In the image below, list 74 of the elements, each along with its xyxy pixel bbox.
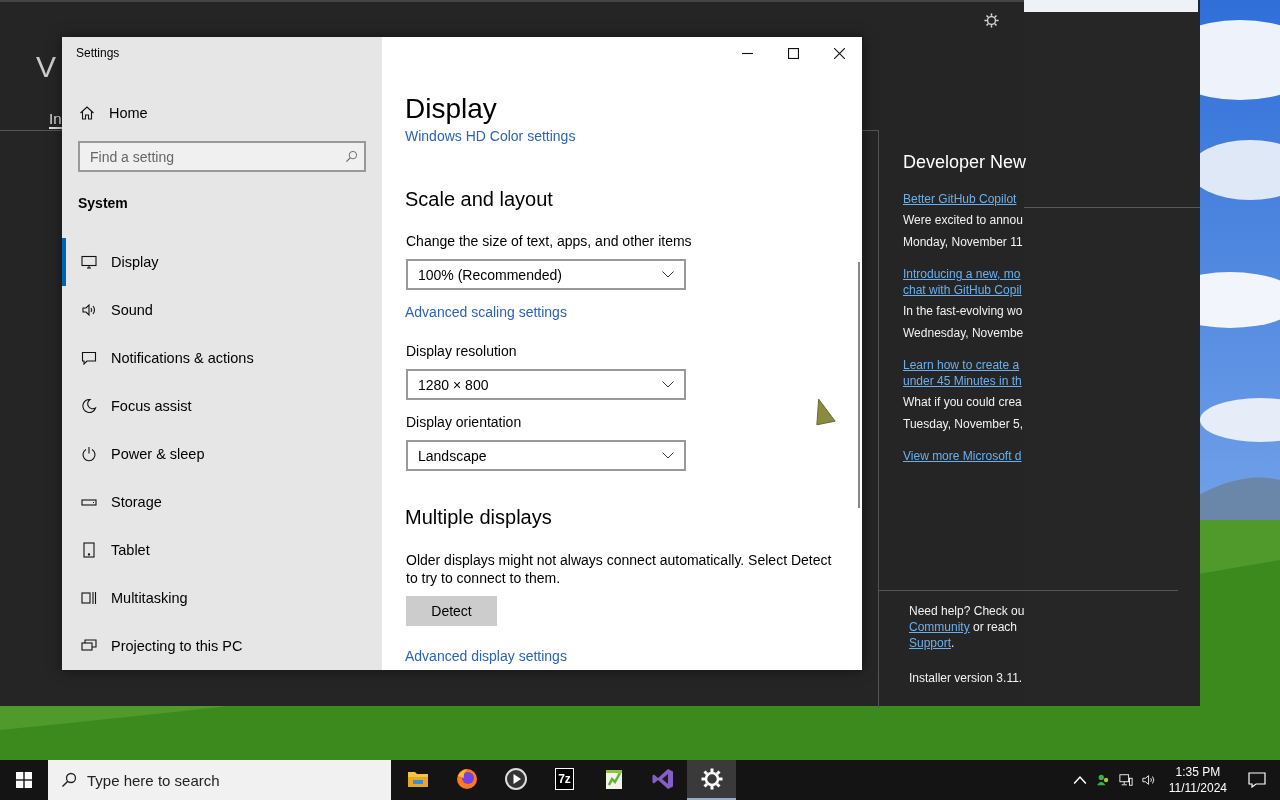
moon-icon xyxy=(81,398,97,414)
home-item[interactable]: Home xyxy=(62,96,382,130)
help-text: Need help? Check ou Community or reach Support. xyxy=(909,603,1025,651)
news-heading: Developer New xyxy=(903,152,1027,173)
page-title: Display xyxy=(405,92,497,126)
archiver-logo: 7z xyxy=(555,768,574,790)
advanced-display-link[interactable]: Advanced display settings xyxy=(405,646,567,666)
clock[interactable]: 1:35 PM 11/11/2024 xyxy=(1168,764,1227,796)
news-summary: What if you could crea xyxy=(903,394,1022,410)
window-title: V xyxy=(36,50,56,84)
section-heading: Multiple displays xyxy=(405,505,552,530)
news-date: Monday, November 11 xyxy=(903,234,1023,250)
description-text: Older displays might not always connect automatically. Select Detect to try to connect to them. xyxy=(406,551,833,587)
detect-button[interactable]: Detect xyxy=(406,596,497,626)
search-field[interactable]: Find a setting xyxy=(78,141,366,172)
nav-item[interactable]: Power & sleep xyxy=(62,430,382,478)
news-summary: In the fast-evolving wo xyxy=(903,303,1023,319)
fox-icon xyxy=(454,767,479,791)
community-link[interactable]: Community xyxy=(909,620,970,634)
search-icon xyxy=(61,772,77,788)
settings-taskbar-button[interactable] xyxy=(687,760,736,800)
leaf-icon xyxy=(815,397,837,427)
scaling-link[interactable]: Advanced scaling settings xyxy=(405,302,567,322)
infinity-icon xyxy=(650,767,675,791)
power-icon xyxy=(81,446,97,462)
nav-item[interactable]: Sound xyxy=(62,286,382,334)
projector-icon xyxy=(81,638,97,654)
section-heading: Scale and layout xyxy=(405,187,553,212)
field-label: Display orientation xyxy=(406,413,522,432)
resolution-dropdown[interactable]: 1280 × 800 xyxy=(406,369,686,400)
settings-icon xyxy=(699,767,724,791)
hd-color-link[interactable]: Windows HD Color settings xyxy=(405,126,576,146)
scrollbar[interactable] xyxy=(858,262,860,508)
news-link[interactable]: Better GitHub Copilot xyxy=(903,191,1017,207)
version-text: Installer version 3.11. xyxy=(909,671,1023,685)
nav-item[interactable]: Storage xyxy=(62,478,382,526)
monitor-icon xyxy=(81,254,97,270)
windows-icon xyxy=(81,590,97,606)
taskbar-app[interactable]: 7z xyxy=(540,760,589,800)
scale-dropdown[interactable]: 100% (Recommended) xyxy=(406,259,686,290)
maximize-icon xyxy=(787,47,799,59)
nav-item[interactable]: Focus assist xyxy=(62,382,382,430)
nav-item[interactable]: Multitasking xyxy=(62,574,382,622)
search-icon xyxy=(345,150,358,163)
windows-icon xyxy=(16,772,32,788)
volume-icon[interactable] xyxy=(1141,773,1156,787)
tablet-icon xyxy=(81,542,97,558)
news-link[interactable]: Introducing a new, mo chat with GitHub Copil xyxy=(903,266,1022,298)
field-label: Display resolution xyxy=(406,342,517,361)
more-link[interactable]: View more Microsoft d xyxy=(903,448,1022,464)
news-link[interactable]: Learn how to create a under 45 Minutes in th xyxy=(903,357,1022,389)
section-heading: System xyxy=(78,194,128,213)
news-date: Tuesday, November 5, xyxy=(903,416,1024,432)
speech-bubble-icon xyxy=(81,350,97,366)
notifications-icon[interactable] xyxy=(1248,772,1266,788)
chevron-icon xyxy=(662,452,674,459)
nav-item[interactable]: Tablet xyxy=(62,526,382,574)
chevron-icon xyxy=(662,271,674,278)
nav-item[interactable]: Projecting to this PC xyxy=(62,622,382,670)
news-summary: Were excited to annou xyxy=(903,212,1023,228)
play-icon xyxy=(503,767,528,791)
home-icon xyxy=(79,105,95,121)
settings-icon[interactable] xyxy=(984,13,999,28)
search-field[interactable]: Type here to search xyxy=(48,760,391,800)
people-icon[interactable] xyxy=(1095,773,1110,787)
speaker-icon xyxy=(81,302,97,318)
window-title: Settings xyxy=(76,46,120,60)
chevron-icon xyxy=(662,381,674,388)
field-label: Change the size of text, apps, and other items xyxy=(406,232,692,251)
orientation-dropdown[interactable]: Landscape xyxy=(406,440,686,471)
close-icon xyxy=(833,47,845,59)
nav-item[interactable]: Notifications & actions xyxy=(62,334,382,382)
network-icon[interactable] xyxy=(1118,773,1133,787)
news-date: Wednesday, Novembe xyxy=(903,325,1024,341)
